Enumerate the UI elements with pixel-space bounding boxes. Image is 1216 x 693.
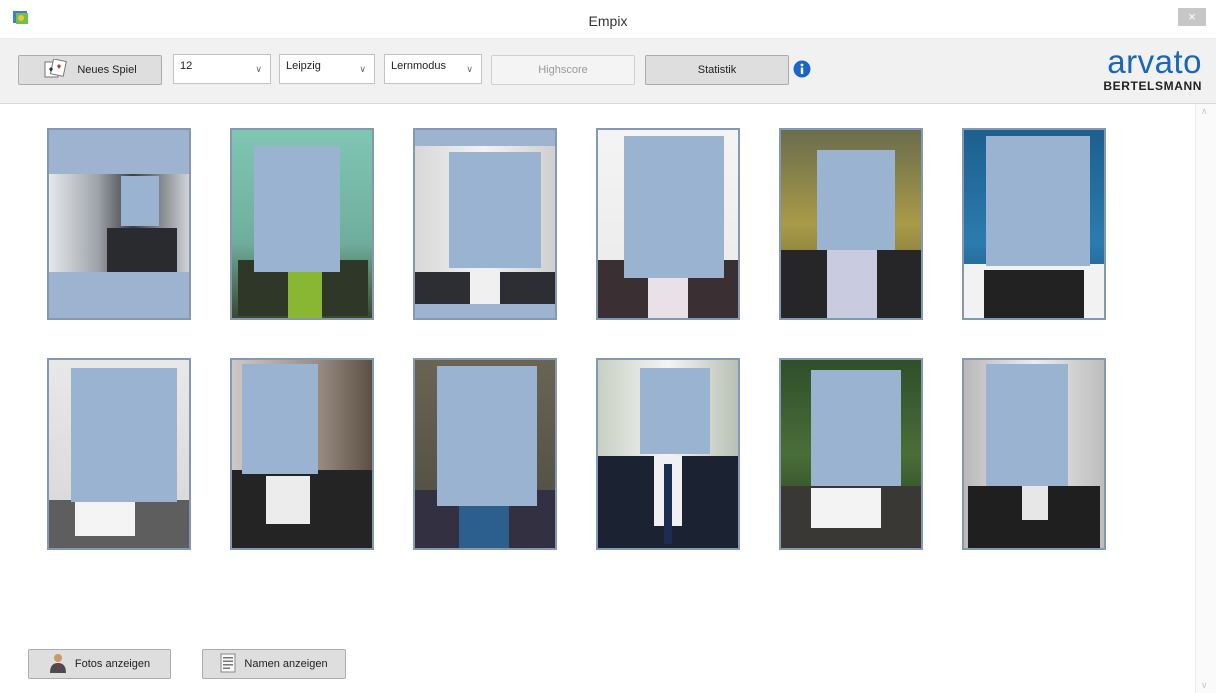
- show-names-label: Namen anzeigen: [244, 658, 328, 670]
- card-photo: [781, 130, 921, 318]
- show-names-button[interactable]: Namen anzeigen: [202, 649, 346, 679]
- card-photo: [964, 360, 1104, 548]
- statistics-button[interactable]: Statistik: [645, 55, 789, 85]
- card-photo: [781, 360, 921, 548]
- new-game-label: Neues Spiel: [77, 64, 137, 76]
- photo-card[interactable]: [962, 128, 1106, 320]
- close-button[interactable]: ×: [1178, 8, 1206, 26]
- chevron-down-icon: ∨: [255, 64, 262, 74]
- title-bar: Empix ×: [0, 0, 1216, 39]
- location-select[interactable]: Leipzig ∨: [279, 54, 375, 84]
- card-photo: [232, 130, 372, 318]
- arvato-logo: arvato BERTELSMANN: [1082, 43, 1202, 97]
- logo-sub: BERTELSMANN: [1103, 79, 1202, 93]
- show-photos-button[interactable]: Fotos anzeigen: [28, 649, 171, 679]
- location-value: Leipzig: [286, 60, 321, 72]
- photo-card[interactable]: [596, 128, 740, 320]
- window-title: Empix: [588, 13, 628, 29]
- person-icon: [49, 653, 67, 676]
- mode-value: Lernmodus: [391, 60, 447, 72]
- toolbar: Neues Spiel 12 ∨ Leipzig ∨ Lernmodus ∨ H…: [0, 39, 1216, 104]
- logo-brand: arvato: [1107, 43, 1202, 80]
- photo-card[interactable]: [413, 358, 557, 550]
- new-game-button[interactable]: Neues Spiel: [18, 55, 162, 85]
- photo-card[interactable]: [596, 358, 740, 550]
- photo-card[interactable]: [230, 128, 374, 320]
- photo-card[interactable]: [962, 358, 1106, 550]
- card-count-select[interactable]: 12 ∨: [173, 54, 271, 84]
- photo-card[interactable]: [779, 358, 923, 550]
- chevron-down-icon: ∨: [466, 64, 473, 74]
- info-icon[interactable]: [793, 60, 811, 78]
- card-photo: [415, 130, 555, 318]
- highscore-button[interactable]: Highscore: [491, 55, 635, 85]
- highscore-label: Highscore: [538, 64, 588, 76]
- card-photo: [598, 130, 738, 318]
- photo-card[interactable]: [47, 128, 191, 320]
- photo-card[interactable]: [47, 358, 191, 550]
- chevron-down-icon: ∨: [359, 64, 366, 74]
- show-photos-label: Fotos anzeigen: [74, 658, 151, 670]
- scroll-down-icon[interactable]: ∨: [1201, 680, 1208, 691]
- card-grid: ∧ ∨ Fotos anzeigen Namen anzeigen: [0, 104, 1216, 693]
- scroll-up-icon[interactable]: ∧: [1201, 106, 1208, 117]
- card-photo: [232, 360, 372, 548]
- photo-card[interactable]: [779, 128, 923, 320]
- photo-card[interactable]: [230, 358, 374, 550]
- photo-card[interactable]: [413, 128, 557, 320]
- card-photo: [415, 360, 555, 548]
- mode-select[interactable]: Lernmodus ∨: [384, 54, 482, 84]
- card-count-value: 12: [180, 60, 193, 72]
- document-icon: [220, 653, 236, 676]
- vertical-scrollbar[interactable]: ∧ ∨: [1195, 104, 1216, 693]
- card-photo: [964, 130, 1104, 318]
- statistics-label: Statistik: [697, 64, 737, 76]
- card-photo: [598, 360, 738, 548]
- playing-cards-icon: [43, 57, 69, 82]
- card-photo: [49, 360, 189, 548]
- card-photo: [49, 130, 189, 318]
